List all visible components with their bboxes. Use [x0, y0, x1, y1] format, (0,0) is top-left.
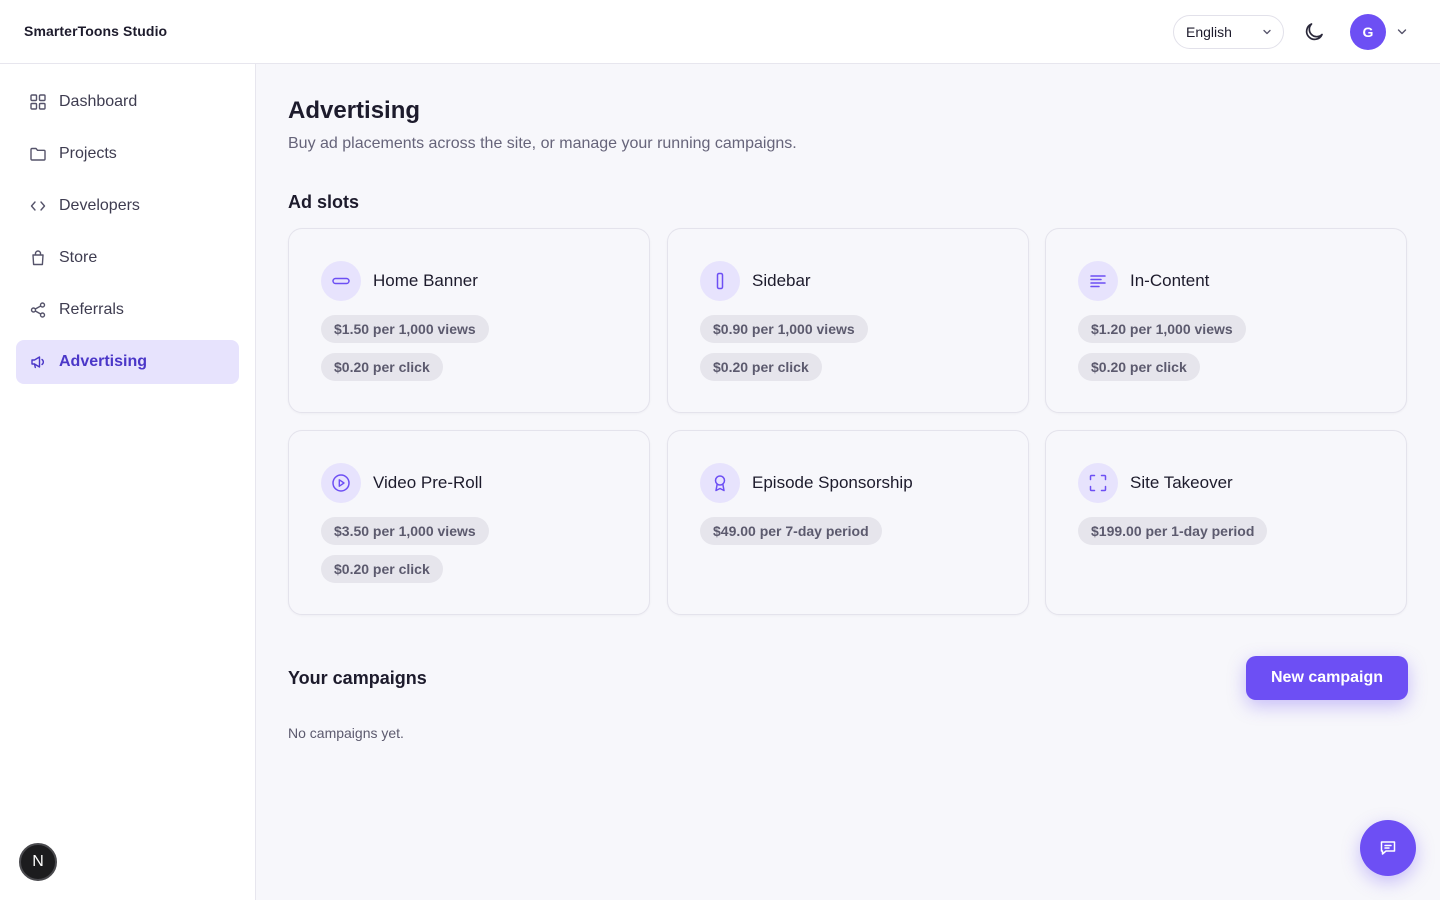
ad-slot-name: Episode Sponsorship [752, 473, 913, 492]
sidebar-item-label: Dashboard [59, 93, 138, 110]
top-header: SmarterToons Studio English G [0, 0, 1440, 64]
banner-icon [321, 261, 361, 301]
sidebar-item-developers[interactable]: Developers [16, 184, 239, 228]
award-icon [700, 463, 740, 503]
price-badge: $0.20 per click [321, 555, 443, 583]
empty-campaigns-text: No campaigns yet. [288, 725, 404, 741]
language-value: English [1186, 24, 1232, 40]
megaphone-icon [31, 356, 44, 369]
sidebar-item-dashboard[interactable]: Dashboard [16, 80, 239, 124]
dev-badge[interactable]: N [19, 843, 57, 881]
new-campaign-button[interactable]: New campaign [1246, 656, 1408, 700]
chevron-down-icon[interactable] [1395, 25, 1409, 39]
ad-slot-name: Home Banner [373, 271, 478, 290]
campaigns-heading: Your campaigns [288, 668, 427, 688]
ad-slot-name: Sidebar [752, 271, 811, 290]
fullscreen-icon [1078, 463, 1118, 503]
ad-slot-name: Site Takeover [1130, 473, 1233, 492]
ad-slot-name: In-Content [1130, 271, 1210, 290]
ad-slot-card-in-content[interactable]: In-Content $1.20 per 1,000 views $0.20 p… [1045, 228, 1407, 413]
sidebar-item-label: Projects [59, 145, 117, 162]
text-lines-icon [1078, 261, 1118, 301]
sidebar-item-advertising[interactable]: Advertising [16, 340, 239, 384]
price-badge: $0.20 per click [321, 353, 443, 381]
share-icon [30, 302, 46, 318]
price-badge: $3.50 per 1,000 views [321, 517, 489, 545]
sidebar-item-store[interactable]: Store [16, 236, 239, 280]
chevron-down-icon [1263, 29, 1271, 35]
moon-icon[interactable] [1302, 20, 1326, 44]
sidebar-item-referrals[interactable]: Referrals [16, 288, 239, 332]
shopping-bag-icon [32, 250, 44, 266]
language-select[interactable]: English [1173, 15, 1284, 49]
page-subtitle: Buy ad placements across the site, or ma… [288, 135, 797, 152]
grid-icon [30, 94, 46, 110]
sidebar-item-label: Developers [59, 197, 140, 214]
folder-icon [30, 147, 46, 161]
price-badge: $1.20 per 1,000 views [1078, 315, 1246, 343]
price-badge: $0.90 per 1,000 views [700, 315, 868, 343]
chat-icon [1380, 841, 1396, 855]
sidebar: Dashboard Projects Developers Store Refe… [0, 64, 256, 900]
ad-slot-card-episode-sponsorship[interactable]: Episode Sponsorship $49.00 per 7-day per… [667, 430, 1029, 615]
code-icon [30, 201, 46, 211]
brand-name[interactable]: SmarterToons Studio [24, 23, 167, 39]
page-title: Advertising [288, 97, 421, 124]
user-avatar[interactable]: G [1350, 14, 1386, 50]
sidebar-item-label: Advertising [59, 353, 148, 370]
sidebar-icon [700, 261, 740, 301]
ad-slot-card-video-pre-roll[interactable]: Video Pre-Roll $3.50 per 1,000 views $0.… [288, 430, 650, 615]
sidebar-item-projects[interactable]: Projects [16, 132, 239, 176]
ad-slots-heading: Ad slots [288, 192, 360, 212]
play-circle-icon [321, 463, 361, 503]
ad-slot-card-sidebar[interactable]: Sidebar $0.90 per 1,000 views $0.20 per … [667, 228, 1029, 413]
price-badge: $199.00 per 1-day period [1078, 517, 1268, 545]
ad-slot-card-home-banner[interactable]: Home Banner $1.50 per 1,000 views $0.20 … [288, 228, 650, 413]
sidebar-item-label: Store [59, 249, 98, 266]
price-badge: $0.20 per click [700, 353, 822, 381]
ad-slot-card-site-takeover[interactable]: Site Takeover $199.00 per 1-day period [1045, 430, 1407, 615]
chat-button[interactable] [1360, 820, 1416, 876]
price-badge: $1.50 per 1,000 views [321, 315, 489, 343]
price-badge: $0.20 per click [1078, 353, 1200, 381]
price-badge: $49.00 per 7-day period [700, 517, 882, 545]
ad-slot-name: Video Pre-Roll [373, 473, 483, 492]
sidebar-item-label: Referrals [59, 301, 124, 318]
